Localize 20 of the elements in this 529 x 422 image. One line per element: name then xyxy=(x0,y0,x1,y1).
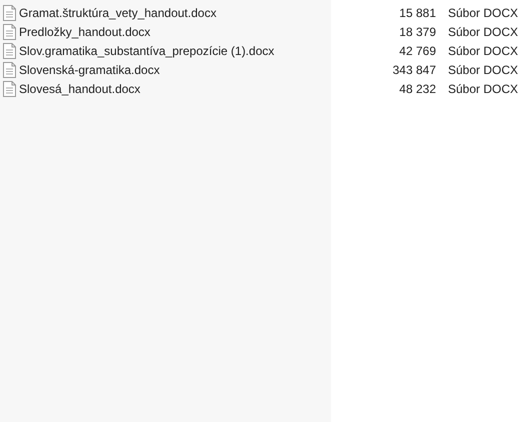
file-name[interactable]: Gramat.štruktúra_vety_handout.docx xyxy=(19,6,216,20)
document-icon xyxy=(3,62,16,78)
document-icon xyxy=(3,42,16,58)
document-icon xyxy=(3,80,16,96)
file-type: Súbor DOCX xyxy=(448,24,518,38)
file-type: Súbor DOCX xyxy=(448,44,518,58)
file-name[interactable]: Slovesá_handout.docx xyxy=(19,82,140,96)
file-size: 42 769 xyxy=(398,44,436,58)
file-name[interactable]: Slov.gramatika_substantíva_prepozície (1).docx xyxy=(19,44,274,58)
file-size: 48 232 xyxy=(398,82,436,96)
file-type: Súbor DOCX xyxy=(448,62,518,76)
file-type: Súbor DOCX xyxy=(448,82,518,96)
file-name[interactable]: Slovenská-gramatika.docx xyxy=(19,62,160,76)
file-size: 343 847 xyxy=(392,62,436,76)
document-icon xyxy=(3,24,16,40)
file-name[interactable]: Predložky_handout.docx xyxy=(19,24,150,38)
document-icon xyxy=(3,4,16,20)
file-size: 15 881 xyxy=(398,6,436,20)
file-type: Súbor DOCX xyxy=(448,6,518,20)
file-size: 18 379 xyxy=(398,24,436,38)
